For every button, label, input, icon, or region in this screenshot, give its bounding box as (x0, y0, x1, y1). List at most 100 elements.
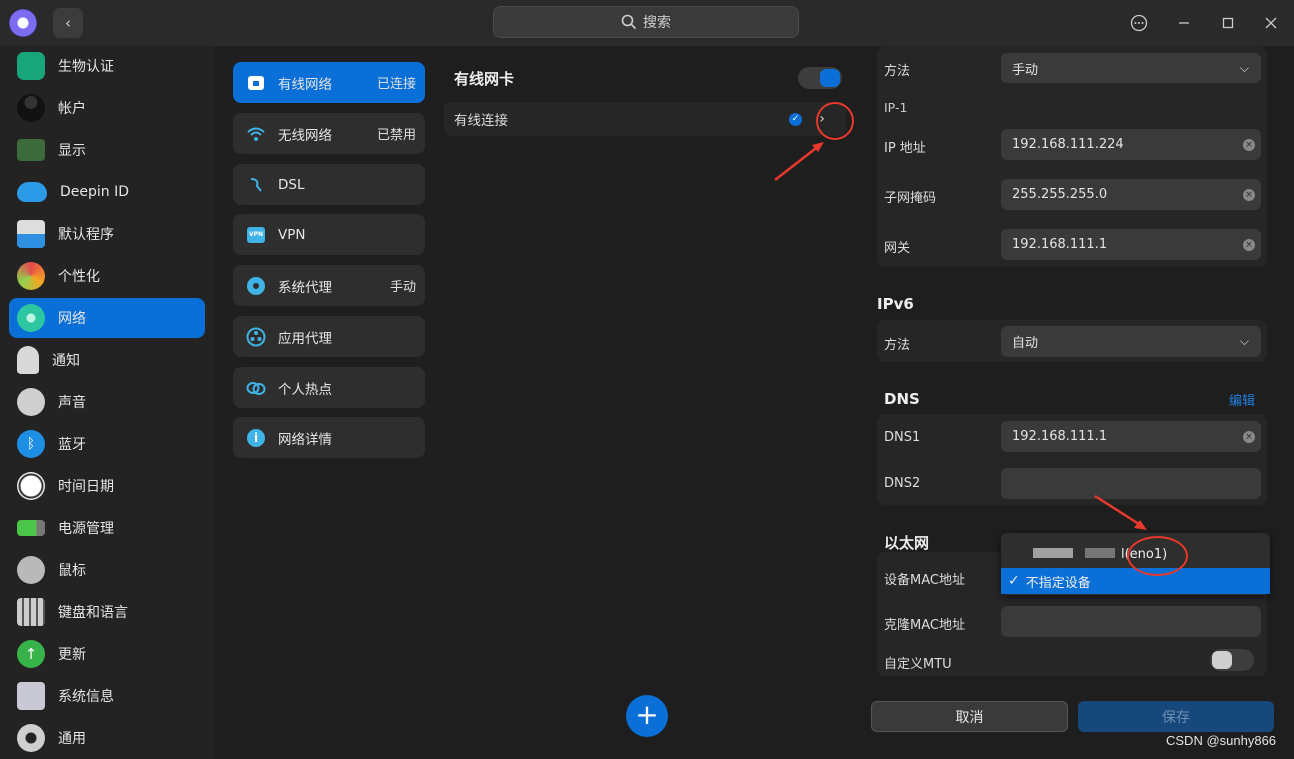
chevron-down-icon: ⌵ (1239, 60, 1249, 75)
general-icon (17, 724, 45, 752)
wired-connection-row[interactable]: 有线连接 ✓ › (444, 102, 846, 136)
wired-network-icon (246, 73, 266, 93)
nav-item-personalization[interactable]: 个性化 (9, 256, 205, 296)
personalization-icon (17, 262, 45, 290)
nav-item-default-apps[interactable]: 默认程序 (9, 214, 205, 254)
nav-label: 默认程序 (58, 227, 114, 243)
search-box[interactable]: 搜索 (493, 6, 799, 38)
clock-icon (17, 472, 45, 500)
back-button[interactable]: ‹ (53, 8, 83, 38)
nav-item-biometric[interactable]: 生物认证 (9, 46, 205, 86)
info-icon: i (246, 428, 266, 448)
nav-item-update[interactable]: ↑ 更新 (9, 634, 205, 674)
ethernet-title: 以太网 (884, 534, 930, 552)
gateway-input[interactable]: 192.168.111.1 × (1001, 229, 1261, 260)
nav-item-system-info[interactable]: 系统信息 (9, 676, 205, 716)
wired-card-title: 有线网卡 (454, 70, 515, 88)
add-connection-button[interactable]: + (626, 695, 668, 737)
dsl-icon (246, 175, 266, 195)
menu-label: 个人热点 (278, 381, 332, 398)
option-label: 不指定设备 (1025, 575, 1091, 591)
nav-item-mouse[interactable]: 鼠标 (9, 550, 205, 590)
save-button[interactable]: 保存 (1078, 701, 1274, 732)
menu-item-wireless[interactable]: 无线网络 已禁用 (233, 113, 425, 154)
menu-item-vpn[interactable]: VPN VPN (233, 214, 425, 255)
default-apps-icon (17, 220, 45, 248)
mask-input[interactable]: 255.255.255.0 × (1001, 179, 1261, 210)
nav-item-bluetooth[interactable]: ᛒ 蓝牙 (9, 424, 205, 464)
nav-item-deepin-id[interactable]: Deepin ID (9, 172, 205, 212)
network-menu: 有线网络 已连接 无线网络 已禁用 DSL VPN VPN 系统代理 手动 应用… (214, 46, 436, 759)
ipv4-method-label: 方法 (884, 64, 911, 79)
nav-item-keyboard[interactable]: 键盘和语言 (9, 592, 205, 632)
nav-label: 通用 (58, 731, 86, 747)
clear-icon[interactable]: × (1243, 188, 1255, 201)
clear-icon[interactable]: × (1243, 238, 1255, 251)
clear-icon[interactable]: × (1243, 430, 1255, 443)
minimize-icon (1179, 22, 1189, 24)
watermark: CSDN @sunhy866 (1166, 733, 1277, 748)
nav-label: 蓝牙 (58, 437, 86, 453)
system-info-icon (17, 682, 45, 710)
battery-icon (17, 520, 45, 536)
menu-label: 网络详情 (278, 431, 332, 448)
clone-mac-input[interactable] (1001, 606, 1261, 637)
menu-button[interactable] (1128, 12, 1150, 34)
cancel-button[interactable]: 取消 (871, 701, 1068, 732)
keyboard-icon (17, 598, 45, 626)
dns-edit-link[interactable]: 编辑 (1229, 390, 1255, 409)
ip-group-label: IP-1 (884, 100, 908, 115)
nav-label: Deepin ID (60, 184, 130, 200)
menu-item-system-proxy[interactable]: 系统代理 手动 (233, 265, 425, 306)
nav-label: 帐户 (58, 101, 86, 117)
menu-label: 系统代理 (278, 279, 332, 296)
minimize-button[interactable] (1173, 12, 1195, 34)
menu-item-network-details[interactable]: i 网络详情 (233, 417, 425, 458)
search-placeholder: 搜索 (643, 15, 671, 31)
menu-item-wired[interactable]: 有线网络 已连接 (233, 62, 425, 103)
nav-item-power[interactable]: 电源管理 (9, 508, 205, 548)
nav-label: 个性化 (58, 269, 100, 285)
nav-item-network[interactable]: 网络 (9, 298, 205, 338)
nav-item-notification[interactable]: 通知 (9, 340, 205, 380)
close-button[interactable] (1260, 12, 1282, 34)
annotation-arrow (774, 142, 824, 181)
fingerprint-icon (17, 52, 45, 80)
control-center-gear-icon (9, 9, 37, 37)
check-icon: ✓ (789, 112, 802, 126)
clear-icon[interactable]: × (1243, 138, 1255, 151)
menu-item-hotspot[interactable]: 个人热点 (233, 367, 425, 408)
annotation-circle (1127, 536, 1188, 576)
nav-label: 系统信息 (58, 689, 114, 705)
ip-input[interactable]: 192.168.111.224 × (1001, 129, 1261, 160)
nav-item-datetime[interactable]: 时间日期 (9, 466, 205, 506)
ipv6-method-select[interactable]: 自动 ⌵ (1001, 326, 1261, 357)
dns2-label: DNS2 (884, 476, 921, 491)
maximize-button[interactable] (1217, 12, 1239, 34)
ipv4-method-value: 手动 (1012, 62, 1039, 78)
nav-label: 网络 (58, 311, 86, 327)
checkmark-icon: ✓ (1008, 573, 1020, 589)
menu-status: 已连接 (376, 77, 416, 92)
sidebar: 生物认证 帐户 显示 Deepin ID 默认程序 个性化 网络 通知 声音 ᛒ… (0, 46, 214, 759)
wired-enable-toggle[interactable] (798, 67, 842, 89)
nav-item-sound[interactable]: 声音 (9, 382, 205, 422)
mtu-toggle[interactable] (1210, 649, 1254, 671)
nav-item-display[interactable]: 显示 (9, 130, 205, 170)
nav-label: 键盘和语言 (58, 605, 128, 621)
dns1-input[interactable]: 192.168.111.1 × (1001, 421, 1261, 452)
redacted-mac (1033, 547, 1119, 562)
clone-mac-label: 克隆MAC地址 (884, 618, 965, 633)
menu-item-app-proxy[interactable]: 应用代理 (233, 316, 425, 357)
gateway-value: 192.168.111.1 (1012, 237, 1108, 252)
ipv4-method-select[interactable]: 手动 ⌵ (1001, 53, 1261, 83)
title-bar: ‹ 搜索 (0, 0, 1294, 46)
nav-label: 生物认证 (58, 59, 114, 75)
nav-item-general[interactable]: 通用 (9, 718, 205, 758)
bell-icon (17, 346, 39, 374)
nav-item-account[interactable]: 帐户 (9, 88, 205, 128)
ip-label: IP 地址 (884, 141, 926, 156)
menu-item-dsl[interactable]: DSL (233, 164, 425, 205)
dropdown-option-none[interactable]: ✓ 不指定设备 (1001, 568, 1270, 594)
menu-label: 无线网络 (278, 127, 332, 144)
